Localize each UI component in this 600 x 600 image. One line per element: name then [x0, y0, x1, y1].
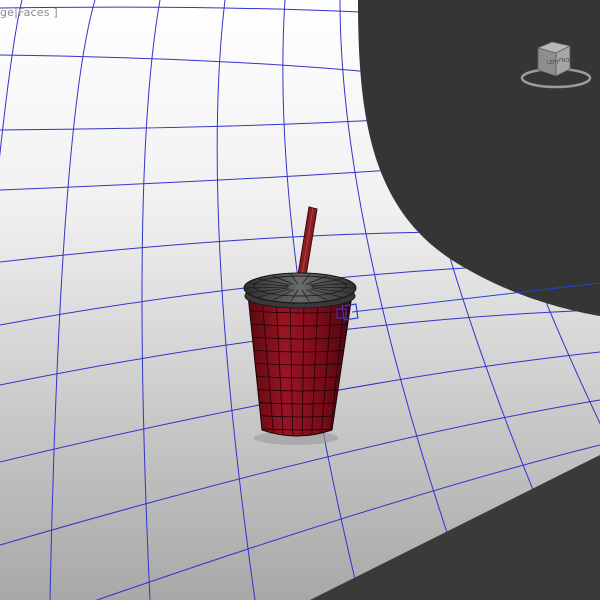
viewcube-left-face: LEFT	[547, 60, 560, 66]
perspective-viewport[interactable]: ge|Faces ] LEFT FRONT	[0, 0, 600, 600]
scene-canvas[interactable]	[0, 0, 600, 600]
viewcube-front-face: FRONT	[559, 58, 577, 64]
cup-lid	[243, 272, 357, 309]
viewport-label[interactable]: ge|Faces ]	[0, 6, 58, 19]
viewcube-icon[interactable]: LEFT FRONT	[520, 38, 592, 90]
